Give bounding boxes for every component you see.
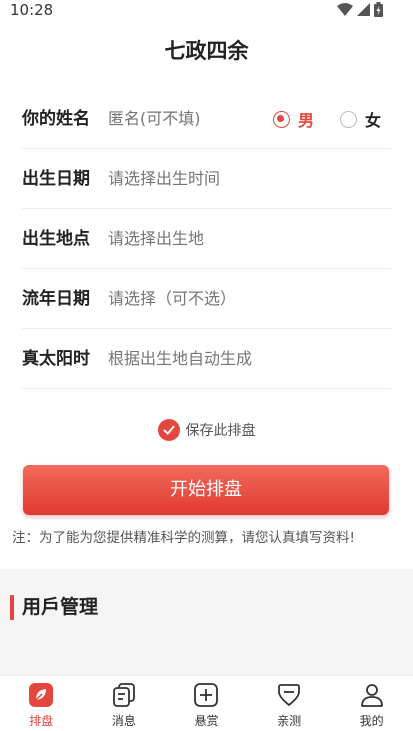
shield-icon [275, 681, 303, 709]
name-input[interactable] [108, 89, 268, 149]
birth-date-input[interactable] [108, 149, 388, 209]
name-label: 你的姓名 [22, 109, 90, 129]
status-icons [337, 2, 383, 17]
save-chart-option[interactable]: 保存此排盘 [0, 416, 413, 444]
tab-paipan[interactable]: 排盘 [0, 676, 83, 731]
flow-year-label: 流年日期 [22, 289, 90, 309]
solar-time-row: 真太阳时 [22, 329, 391, 389]
checkmark-icon[interactable] [157, 419, 180, 441]
status-bar: 10:28 [0, 0, 413, 22]
gender-male-radio[interactable]: 男 [272, 107, 314, 131]
status-time: 10:28 [10, 1, 54, 19]
birth-date-row[interactable]: 出生日期 [22, 149, 391, 209]
tab-tested[interactable]: 亲测 [248, 676, 331, 731]
section-title: 用戶管理 [22, 596, 99, 618]
tab-bounty-label: 悬赏 [194, 714, 219, 728]
bottom-tab-bar: 排盘 消息 悬赏 亲测 我的 [0, 675, 413, 731]
plus-box-icon [192, 681, 220, 709]
flow-year-input[interactable] [108, 269, 388, 329]
solar-time-input [108, 329, 388, 389]
birth-place-row[interactable]: 出生地点 [22, 209, 391, 269]
start-chart-button[interactable]: 开始排盘 [23, 465, 389, 515]
gender-group: 男 女 [272, 89, 381, 149]
tab-bounty[interactable]: 悬赏 [165, 676, 248, 731]
notice-text: 注：为了能为您提供精准科学的测算，请您认真填写资料! [12, 530, 355, 546]
gender-male-label: 男 [297, 111, 314, 130]
gender-female-radio[interactable]: 女 [339, 107, 381, 131]
birth-place-input[interactable] [108, 209, 388, 269]
page-title: 七政四余 [164, 39, 249, 63]
tab-mine[interactable]: 我的 [330, 676, 413, 731]
flow-year-row[interactable]: 流年日期 [22, 269, 391, 329]
name-row: 你的姓名 男 女 [22, 89, 391, 149]
battery-icon [374, 2, 383, 17]
radio-unchecked-icon [339, 110, 357, 128]
title-bar: 七政四余 [0, 28, 413, 74]
tab-messages[interactable]: 消息 [83, 676, 166, 731]
tab-paipan-label: 排盘 [29, 714, 54, 728]
save-chart-label: 保存此排盘 [185, 423, 256, 439]
document-icon [110, 681, 138, 709]
gender-female-label: 女 [364, 111, 381, 130]
birth-date-label: 出生日期 [22, 169, 90, 189]
tab-mine-label: 我的 [359, 714, 384, 728]
birth-place-label: 出生地点 [22, 229, 90, 249]
tab-tested-label: 亲测 [277, 714, 302, 728]
user-icon [358, 681, 386, 709]
wifi-icon [337, 3, 353, 16]
leaf-icon [27, 681, 55, 709]
radio-checked-icon [272, 110, 290, 128]
section-accent-bar [10, 595, 14, 620]
solar-time-label: 真太阳时 [22, 349, 90, 369]
user-management-section: 用戶管理 [0, 569, 413, 675]
signal-icon [357, 3, 370, 16]
tab-messages-label: 消息 [111, 714, 136, 728]
